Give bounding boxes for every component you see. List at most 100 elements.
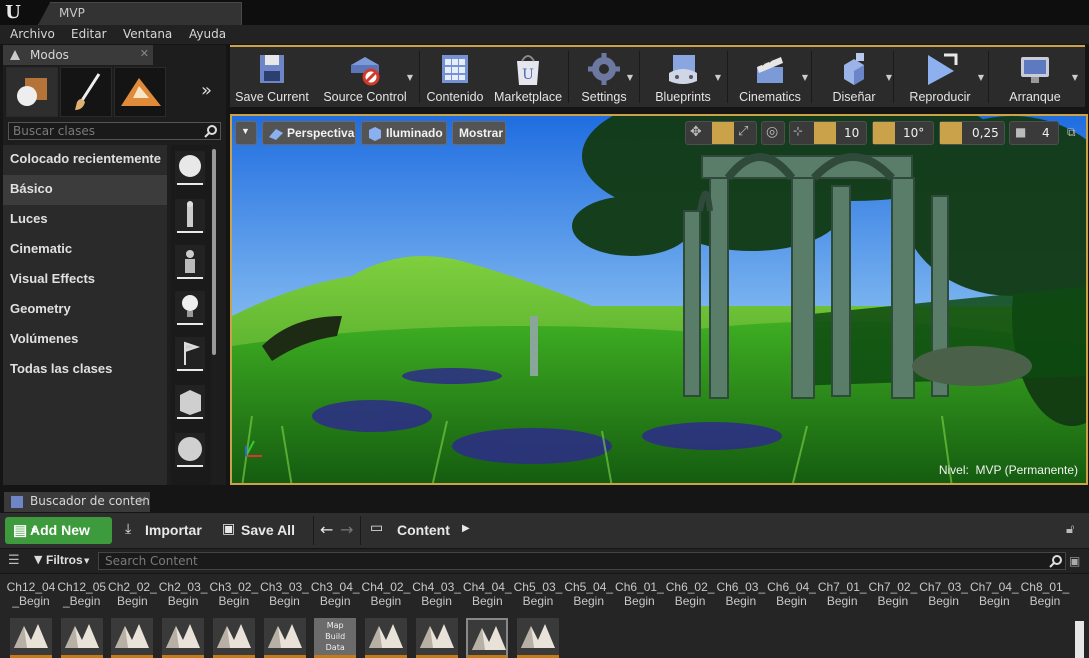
chevron-down-icon[interactable]: ▼	[627, 73, 633, 82]
level-asset-thumbnail[interactable]	[263, 618, 306, 658]
chevron-down-icon[interactable]: ▼	[978, 73, 984, 82]
category-all-classes[interactable]: Todas las clases	[3, 355, 167, 385]
forward-arrow-icon[interactable]: →	[340, 520, 353, 539]
blueprints-button[interactable]: Blueprints ▼	[643, 47, 723, 107]
asset-label[interactable]: Ch7_04_ Begin	[969, 580, 1019, 608]
level-asset-thumbnail[interactable]	[517, 618, 559, 658]
play-button[interactable]: Reproducir ▼	[894, 47, 986, 107]
close-icon[interactable]: ✕	[140, 47, 149, 60]
asset-label[interactable]: Ch7_01_ Begin	[817, 580, 867, 608]
level-asset-thumbnail[interactable]	[466, 618, 509, 658]
asset-label[interactable]: Ch7_03_ Begin	[919, 580, 969, 608]
filters-button[interactable]: Filtros	[46, 553, 83, 567]
asset-label[interactable]: Ch6_03_ Begin	[716, 580, 766, 608]
build-button[interactable]: Diseñar ▼	[814, 47, 894, 107]
scale-icon[interactable]: ⤢	[738, 124, 748, 139]
empty-actor-icon[interactable]	[175, 151, 205, 185]
asset-label[interactable]: Ch7_02_ Begin	[868, 580, 918, 608]
class-search-input[interactable]: Buscar clases	[8, 122, 221, 140]
search-content-input[interactable]: Search Content	[98, 552, 1066, 570]
rotation-snap-control[interactable]: 10°	[872, 121, 934, 145]
settings-button[interactable]: Settings ▼	[573, 47, 635, 107]
menu-ayuda[interactable]: Ayuda	[189, 27, 226, 41]
translate-icon[interactable]: ✥	[690, 124, 702, 140]
asset-label[interactable]: Ch12_05 _Begin	[57, 580, 107, 608]
level-asset-thumbnail[interactable]	[10, 618, 52, 658]
character-icon[interactable]	[175, 199, 205, 233]
level-tab[interactable]: MVP	[38, 2, 242, 25]
rotate-icon[interactable]	[712, 122, 734, 144]
category-visual-effects[interactable]: Visual Effects	[3, 265, 167, 295]
map-build-data-asset[interactable]: Map Build Data	[314, 618, 357, 658]
level-asset-thumbnail[interactable]	[364, 618, 407, 658]
modes-tab[interactable]: Modos ✕	[3, 45, 153, 65]
category-cinematic[interactable]: Cinematic	[3, 235, 167, 265]
asset-label[interactable]: Ch3_02_ Begin	[209, 580, 259, 608]
category-volumes[interactable]: Volúmenes	[3, 325, 167, 355]
asset-label[interactable]: Ch3_03_ Begin	[260, 580, 310, 608]
scene-render[interactable]	[232, 116, 1088, 485]
asset-label[interactable]: Ch2_03_ Begin	[158, 580, 208, 608]
path-content[interactable]: Content	[397, 522, 450, 538]
asset-label[interactable]: Ch12_04 _Begin	[6, 580, 56, 608]
asset-label[interactable]: Ch8_01_ Begin	[1020, 580, 1070, 608]
category-basic[interactable]: Básico	[3, 175, 167, 205]
launch-button[interactable]: Arranque ▼	[990, 47, 1080, 107]
back-arrow-icon[interactable]: ←	[320, 520, 333, 539]
pawn-icon[interactable]	[175, 245, 205, 279]
chevron-down-icon[interactable]: ▼	[886, 73, 892, 82]
level-asset-thumbnail[interactable]	[111, 618, 154, 658]
chevron-down-icon[interactable]: ▼	[715, 73, 721, 82]
asset-scrollbar[interactable]	[1075, 621, 1084, 658]
grid-snap-control[interactable]: ⊹ 10	[789, 121, 867, 145]
marketplace-button[interactable]: U Marketplace	[492, 47, 564, 107]
sources-panel-icon[interactable]: ☰	[8, 553, 20, 568]
landscape-mode-button[interactable]	[114, 67, 166, 117]
level-asset-thumbnail[interactable]	[212, 618, 255, 658]
asset-label[interactable]: Ch4_03_ Begin	[412, 580, 462, 608]
asset-label[interactable]: Ch6_02_ Begin	[665, 580, 715, 608]
unreal-logo-icon[interactable]: U	[2, 2, 24, 24]
chevron-down-icon[interactable]: ▼	[1072, 73, 1078, 82]
save-current-button[interactable]: Save Current	[232, 47, 312, 107]
cube-icon[interactable]	[175, 385, 205, 419]
level-asset-thumbnail[interactable]	[415, 618, 458, 658]
camera-speed-control[interactable]: ■ 4	[1009, 121, 1059, 145]
source-control-button[interactable]: Source Control ▼	[315, 47, 415, 107]
cinematics-button[interactable]: Cinematics ▼	[730, 47, 810, 107]
place-mode-button[interactable]	[6, 67, 58, 117]
import-button[interactable]: Importar	[145, 522, 202, 538]
asset-label[interactable]: Ch3_04_ Begin	[310, 580, 360, 608]
more-modes-icon[interactable]: »	[201, 80, 212, 101]
menu-archivo[interactable]: Archivo	[10, 27, 55, 41]
asset-label[interactable]: Ch5_04_ Begin	[564, 580, 614, 608]
world-local-toggle[interactable]: ◎	[761, 121, 785, 145]
asset-label[interactable]: Ch2_02_ Begin	[107, 580, 157, 608]
close-icon[interactable]: ✕	[138, 494, 147, 507]
add-new-button[interactable]: ▤ Add New ▼	[5, 517, 112, 544]
maximize-viewport-icon[interactable]: ⧉	[1067, 125, 1076, 140]
asset-label[interactable]: Ch4_04_ Begin	[462, 580, 512, 608]
modes-scrollbar[interactable]	[212, 149, 216, 355]
scale-snap-control[interactable]: 0,25	[939, 121, 1005, 145]
save-search-icon[interactable]: ▣	[1069, 554, 1080, 568]
level-asset-thumbnail[interactable]	[162, 618, 205, 658]
asset-label[interactable]: Ch5_03_ Begin	[513, 580, 563, 608]
chevron-right-icon[interactable]: ▶	[462, 523, 470, 534]
player-start-icon[interactable]	[175, 337, 205, 371]
chevron-down-icon[interactable]: ▼	[407, 73, 413, 82]
paint-mode-button[interactable]	[60, 67, 112, 117]
viewport-options-button[interactable]: ▼	[235, 121, 257, 145]
chevron-down-icon[interactable]: ▼	[802, 73, 808, 82]
category-geometry[interactable]: Geometry	[3, 295, 167, 325]
menu-ventana[interactable]: Ventana	[123, 27, 172, 41]
asset-label[interactable]: Ch6_01_ Begin	[614, 580, 664, 608]
asset-label[interactable]: Ch6_04_ Begin	[767, 580, 817, 608]
level-viewport[interactable]: ▼ Perspectiva Iluminado Mostrar ✥ ⤢ ◎ ⊹ …	[230, 114, 1088, 485]
show-button[interactable]: Mostrar	[452, 121, 506, 145]
point-light-icon[interactable]	[175, 291, 205, 325]
sphere-icon[interactable]	[175, 433, 205, 467]
level-asset-thumbnail[interactable]	[60, 618, 103, 658]
lit-button[interactable]: Iluminado	[361, 121, 447, 145]
category-recent[interactable]: Colocado recientemente	[3, 145, 167, 175]
